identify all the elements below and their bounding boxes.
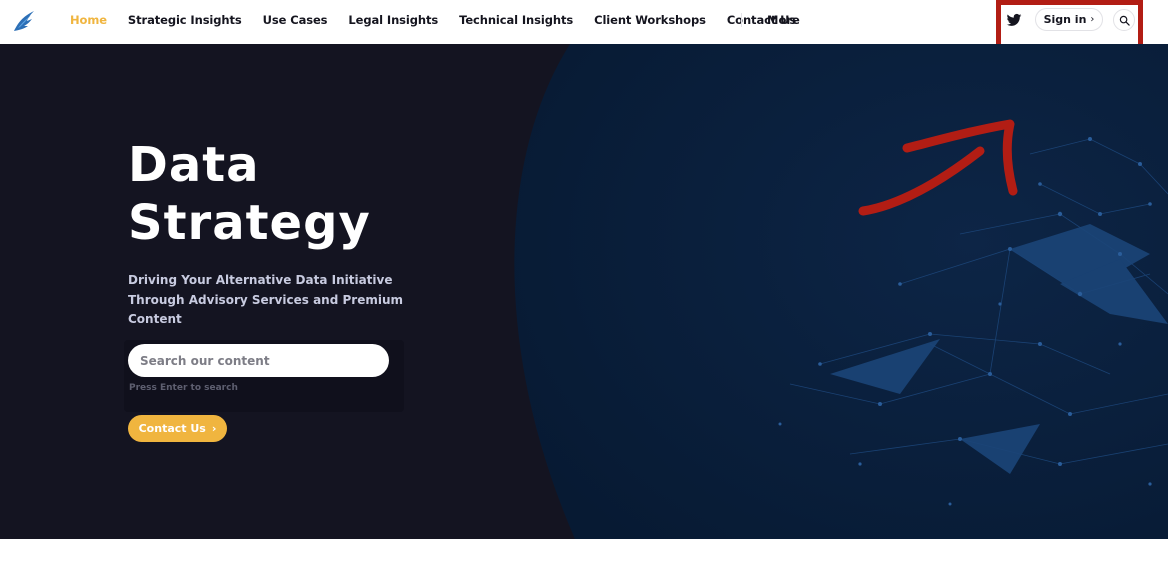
nav-links: Home Strategic Insights Use Cases Legal … — [70, 0, 817, 40]
nav-more-menu[interactable]: More — [767, 13, 800, 27]
nav-divider — [741, 13, 742, 27]
bird-logo-icon[interactable] — [12, 9, 36, 33]
nav-link-use-cases[interactable]: Use Cases — [263, 13, 328, 27]
top-navigation-bar: Home Strategic Insights Use Cases Legal … — [0, 0, 1168, 44]
search-input[interactable] — [128, 344, 389, 377]
hero-title-line-1: Data — [128, 137, 260, 193]
nav-link-strategic-insights[interactable]: Strategic Insights — [128, 13, 242, 27]
nav-link-home[interactable]: Home — [70, 13, 107, 27]
contact-us-button[interactable]: Contact Us › — [128, 415, 227, 442]
search-hint: Press Enter to search — [129, 383, 238, 393]
contact-us-label: Contact Us — [138, 422, 206, 435]
hero-title-line-2: Strategy — [128, 195, 371, 251]
nav-link-legal-insights[interactable]: Legal Insights — [348, 13, 438, 27]
hero-section: Data Strategy Driving Your Alternative D… — [0, 44, 1168, 539]
hero-title: Data Strategy — [128, 136, 371, 252]
annotation-highlight-box — [996, 0, 1143, 49]
chevron-right-icon: › — [211, 422, 217, 435]
annotation-arrow-icon — [858, 119, 1018, 216]
nav-link-technical-insights[interactable]: Technical Insights — [459, 13, 573, 27]
nav-link-client-workshops[interactable]: Client Workshops — [594, 13, 706, 27]
hero-subtitle: Driving Your Alternative Data Initiative… — [128, 273, 403, 326]
